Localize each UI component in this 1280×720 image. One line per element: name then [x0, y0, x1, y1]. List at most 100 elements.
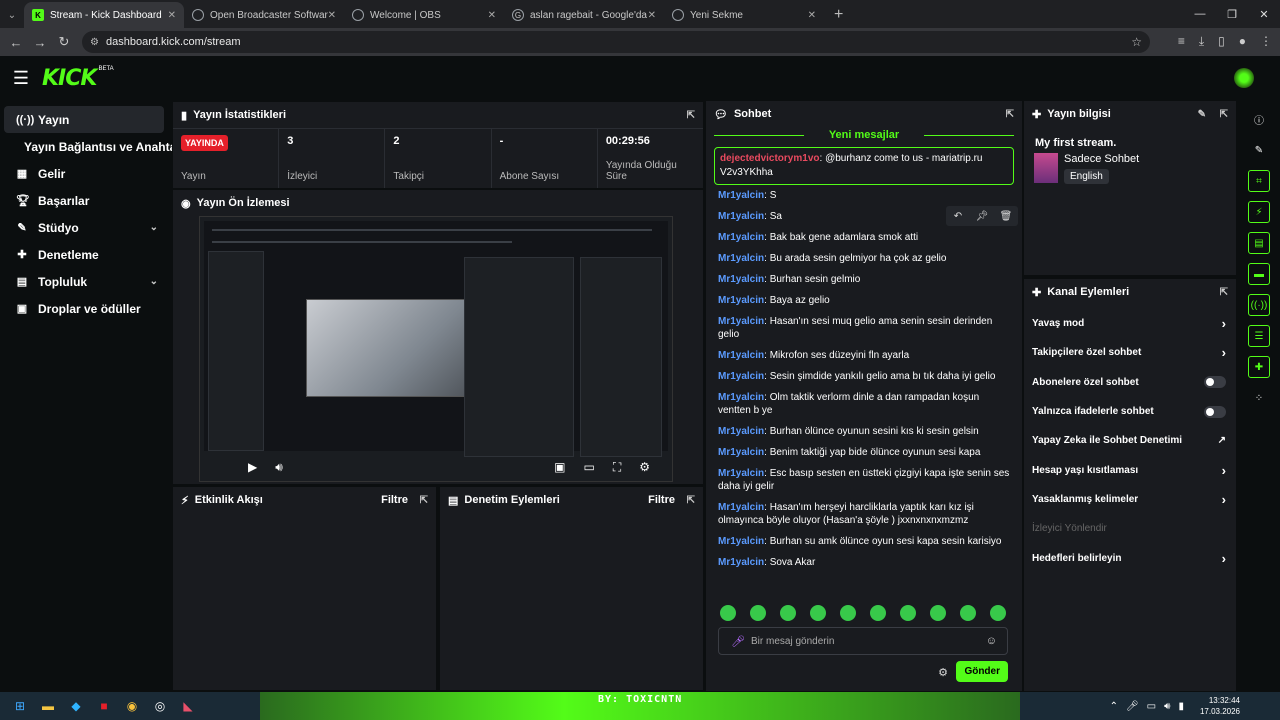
edit-icon[interactable]: ✎ [1198, 109, 1206, 120]
new-messages-divider[interactable]: Yeni mesajlar [714, 129, 1014, 141]
chat-username[interactable]: dejectedvictorym1vo [720, 153, 820, 164]
emote-icon[interactable] [780, 605, 796, 621]
raid-icon[interactable]: ⚡︎ [1248, 201, 1270, 223]
battery-icon[interactable]: ▮ [1178, 701, 1184, 712]
tab-kick-dashboard[interactable]: K Stream - Kick Dashboard ✕ [24, 2, 184, 28]
hamburger-menu-icon[interactable]: ☰ [0, 68, 42, 89]
chat-username[interactable]: Mr1yalcin [718, 316, 764, 327]
send-button[interactable]: Gönder [956, 661, 1008, 682]
volume-icon[interactable]: 🔊︎ [275, 460, 283, 475]
channel-action-item[interactable]: Yalnızca ifadelerle sohbet [1024, 397, 1236, 426]
emote-icon[interactable] [990, 605, 1006, 621]
chat-username[interactable]: Mr1yalcin [718, 392, 764, 403]
popout-icon[interactable]: ⇱ [687, 110, 695, 121]
channel-action-item[interactable]: Yapay Zeka ile Sohbet Denetimi ↗ [1024, 426, 1236, 455]
tray-chevron-icon[interactable]: ⌃ [1110, 701, 1118, 712]
sidebar-item-topluluk[interactable]: ▤ Topluluk ⌄ [4, 268, 164, 295]
emote-icon[interactable] [810, 605, 826, 621]
reply-icon[interactable]: ↶ [946, 206, 970, 226]
chat-username[interactable]: Mr1yalcin [718, 468, 764, 479]
chat-message[interactable]: Mr1yalcin: Burhan sesin gelmio [718, 269, 1010, 290]
sidepanel-icon[interactable]: ▯ [1218, 34, 1225, 49]
app-red-icon[interactable]: ■ [90, 692, 118, 720]
pin-icon[interactable]: 📌︎ [970, 206, 994, 226]
filter-button[interactable]: Filtre [648, 494, 675, 506]
obs-icon[interactable]: ◎ [146, 692, 174, 720]
info-icon[interactable]: ⓘ [1248, 108, 1270, 130]
chat-username[interactable]: Mr1yalcin [718, 232, 764, 243]
sidebar-item-basarilar[interactable]: 🏆︎ Başarılar [4, 187, 164, 214]
chat-username[interactable]: Mr1yalcin [718, 274, 764, 285]
taskbar-clock[interactable]: 13:32:44 17.03.2026 [1200, 695, 1240, 717]
back-icon[interactable]: ← [4, 35, 28, 50]
tab-google-search[interactable]: G aslan ragebait - Google'da Ara ✕ [504, 2, 664, 28]
tools-icon[interactable]: ✚ [1248, 356, 1270, 378]
close-window-icon[interactable]: ✕ [1248, 0, 1280, 28]
channel-action-item[interactable]: Hedefleri belirleyin › [1024, 543, 1236, 572]
toggle-switch[interactable] [1204, 376, 1226, 389]
chat-message[interactable]: Mr1yalcin: Hasan'ım herşeyi harcliklarla… [718, 497, 1010, 531]
channel-action-item[interactable]: Takipçilere özel sohbet › [1024, 338, 1236, 367]
new-tab-button[interactable]: + [824, 2, 853, 28]
sidebar-item-yayin[interactable]: ((·)) Yayın [4, 106, 164, 133]
chat-message[interactable]: Mr1yalcin: Sova Akar [718, 552, 1010, 573]
chat-username[interactable]: Mr1yalcin [718, 536, 764, 547]
chat-message[interactable]: Mr1yalcin: Mikrofon ses düzeyini fln aya… [718, 345, 1010, 366]
microphone-icon[interactable]: 🎤︎ [731, 635, 745, 648]
chat-username[interactable]: Mr1yalcin [718, 211, 764, 222]
reload-icon[interactable]: ↻ [52, 34, 76, 50]
file-explorer-icon[interactable]: ▬ [34, 692, 62, 720]
delete-icon[interactable]: 🗑︎ [994, 206, 1018, 226]
chat-username[interactable]: Mr1yalcin [718, 190, 764, 201]
settings-icon[interactable]: ⚙ [639, 460, 650, 475]
restore-icon[interactable]: ❐ [1216, 0, 1248, 28]
chat-username[interactable]: Mr1yalcin [718, 295, 764, 306]
emote-icon[interactable] [870, 605, 886, 621]
chat-username[interactable]: Mr1yalcin [718, 502, 764, 513]
url-field[interactable]: ⚙ dashboard.kick.com/stream ☆ [82, 31, 1150, 53]
toggle-switch[interactable] [1204, 405, 1226, 418]
chat-input[interactable]: 🎤︎ Bir mesaj gönderin ☺ [718, 627, 1008, 655]
popout-icon[interactable]: ⇱ [1220, 109, 1228, 120]
chat-username[interactable]: Mr1yalcin [718, 426, 764, 437]
filter-button[interactable]: Filtre [381, 494, 408, 506]
tab-obs-site[interactable]: Open Broadcaster Software | O ✕ [184, 2, 344, 28]
emote-icon[interactable] [960, 605, 976, 621]
chat-username[interactable]: Mr1yalcin [718, 447, 764, 458]
pinned-message[interactable]: dejectedvictorym1vo: @burhanz come to us… [714, 147, 1014, 185]
profile-icon[interactable]: ● [1239, 34, 1246, 49]
sidebar-item-studyo[interactable]: ✎ Stüdyo ⌄ [4, 214, 164, 241]
clip-icon[interactable]: ⌗ [1248, 170, 1270, 192]
emote-icon[interactable] [900, 605, 916, 621]
layout-icon[interactable]: ☰ [1248, 325, 1270, 347]
emote-icon[interactable] [930, 605, 946, 621]
tab-search-icon[interactable]: ⌄ [0, 2, 24, 28]
channel-action-item[interactable]: Hesap yaşı kısıtlaması › [1024, 455, 1236, 484]
chat-username[interactable]: Mr1yalcin [718, 557, 764, 568]
chat-message[interactable]: Mr1yalcin: Benim taktiği yap bide ölünce… [718, 442, 1010, 463]
download-icon[interactable]: ⤓ [1199, 34, 1204, 49]
channel-action-item[interactable]: Yavaş mod › [1024, 309, 1236, 338]
playlist-icon[interactable]: ≡ [1178, 34, 1185, 49]
app-pink-icon[interactable]: ◣ [174, 692, 202, 720]
close-tab-icon[interactable]: ✕ [488, 10, 496, 21]
popout-icon[interactable]: ⇱ [1220, 287, 1228, 298]
emote-icon[interactable] [750, 605, 766, 621]
poll-icon[interactable]: ▤ [1248, 232, 1270, 254]
sidebar-item-denetleme[interactable]: ✚ Denetleme [4, 241, 164, 268]
minimize-icon[interactable]: — [1184, 0, 1216, 28]
close-tab-icon[interactable]: ✕ [808, 10, 816, 21]
volume-tray-icon[interactable]: 🔊︎ [1164, 701, 1170, 712]
close-tab-icon[interactable]: ✕ [328, 10, 336, 21]
broadcast-icon[interactable]: ((·)) [1248, 294, 1270, 316]
chrome-icon[interactable]: ◉ [118, 692, 146, 720]
sidebar-item-stream-key[interactable]: Yayın Bağlantısı ve Anahtarı [0, 133, 184, 160]
windows-start-icon[interactable]: ⊞ [6, 692, 34, 720]
chat-message[interactable]: Mr1yalcin: Esc basıp sesten en üstteki ç… [718, 463, 1010, 497]
emote-icon[interactable] [720, 605, 736, 621]
kick-logo[interactable]: KICK BETA [42, 66, 114, 91]
stream-preview-video[interactable]: ▶ 🔊︎ ▣ ▭ ⛶ ⚙ [199, 216, 673, 482]
play-icon[interactable]: ▶ [248, 460, 257, 474]
chat-username[interactable]: Mr1yalcin [718, 350, 764, 361]
emoji-icon[interactable]: ☺ [986, 635, 997, 647]
